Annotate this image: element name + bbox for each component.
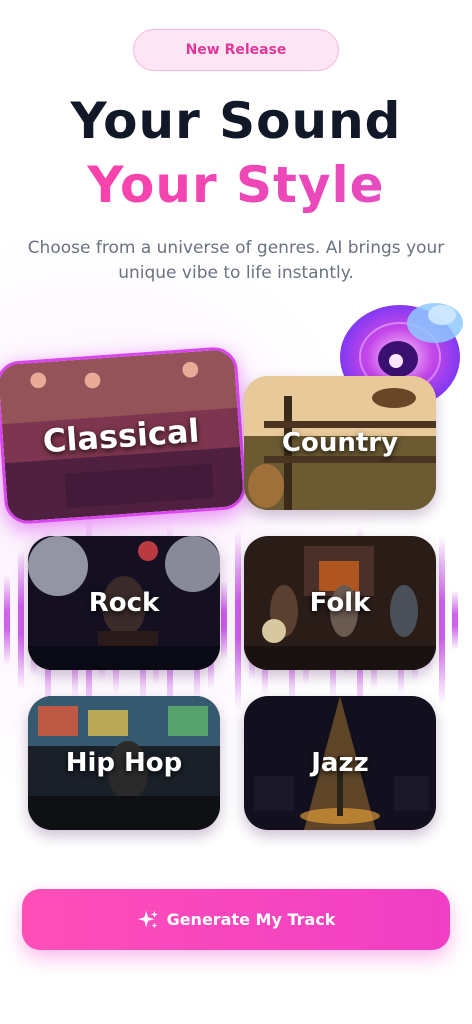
equalizer-bar — [221, 580, 228, 660]
equalizer-bar — [4, 575, 10, 665]
new-release-badge: New Release — [133, 29, 339, 71]
genre-label: Country — [281, 428, 399, 458]
hero-subtitle: Choose from a universe of genres. AI bri… — [27, 238, 445, 283]
genre-label: Rock — [88, 588, 160, 618]
genre-label: Jazz — [311, 748, 369, 778]
generate-track-label: Generate My Track — [166, 910, 336, 929]
genre-card-jazz[interactable]: Jazz — [244, 696, 436, 830]
hero-title-line2: Your Style — [0, 156, 472, 214]
genre-card-folk[interactable]: Folk — [244, 536, 436, 670]
genre-card-classical[interactable]: Classical — [0, 345, 248, 526]
genre-label: Folk — [309, 588, 371, 618]
genre-card-country[interactable]: Country — [244, 376, 436, 510]
equalizer-bar — [452, 590, 459, 650]
hero-title-line1: Your Sound — [70, 92, 402, 150]
equalizer-bar — [17, 550, 24, 690]
genre-card-rock[interactable]: Rock — [28, 536, 220, 670]
genre-label: Hip Hop — [65, 748, 183, 778]
sparkles-icon — [137, 910, 158, 928]
generate-track-button[interactable]: Generate My Track — [22, 889, 450, 950]
equalizer-bar — [438, 535, 445, 705]
equalizer-bar — [235, 530, 241, 710]
genre-card-hip-hop[interactable]: Hip Hop — [28, 696, 220, 830]
